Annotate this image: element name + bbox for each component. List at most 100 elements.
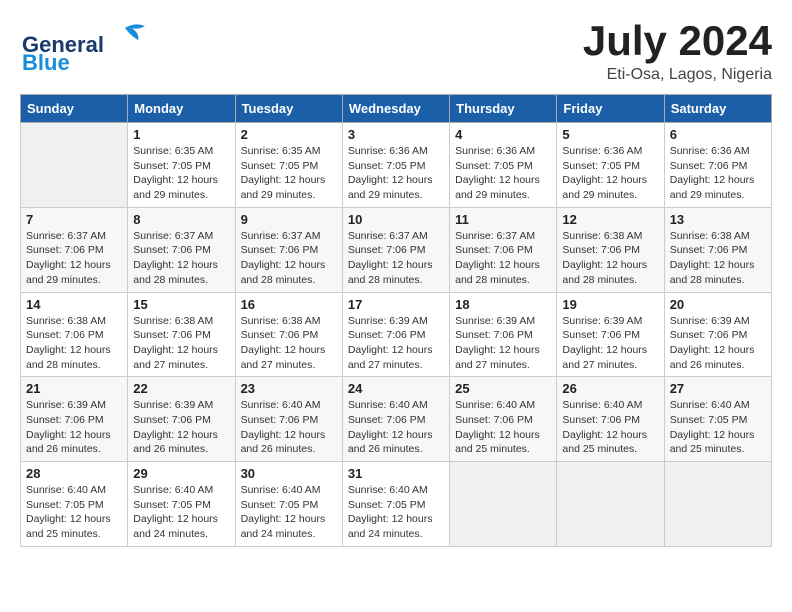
day-number: 31 <box>348 466 444 481</box>
day-detail: Sunrise: 6:39 AMSunset: 7:06 PMDaylight:… <box>133 399 218 455</box>
day-number: 7 <box>26 212 122 227</box>
calendar-body: 1 Sunrise: 6:35 AMSunset: 7:05 PMDayligh… <box>21 123 772 547</box>
day-detail: Sunrise: 6:39 AMSunset: 7:06 PMDaylight:… <box>562 315 647 371</box>
week-row-2: 7 Sunrise: 6:37 AMSunset: 7:06 PMDayligh… <box>21 207 772 292</box>
col-saturday: Saturday <box>664 95 771 123</box>
col-monday: Monday <box>128 95 235 123</box>
day-detail: Sunrise: 6:39 AMSunset: 7:06 PMDaylight:… <box>26 399 111 455</box>
day-detail: Sunrise: 6:40 AMSunset: 7:06 PMDaylight:… <box>241 399 326 455</box>
day-detail: Sunrise: 6:40 AMSunset: 7:05 PMDaylight:… <box>26 484 111 540</box>
day-detail: Sunrise: 6:36 AMSunset: 7:05 PMDaylight:… <box>348 145 433 201</box>
day-detail: Sunrise: 6:38 AMSunset: 7:06 PMDaylight:… <box>562 230 647 286</box>
day-number: 20 <box>670 297 766 312</box>
day-detail: Sunrise: 6:37 AMSunset: 7:06 PMDaylight:… <box>133 230 218 286</box>
day-number: 21 <box>26 381 122 396</box>
day-number: 1 <box>133 127 229 142</box>
calendar-cell <box>664 462 771 547</box>
calendar-cell: 3 Sunrise: 6:36 AMSunset: 7:05 PMDayligh… <box>342 123 449 208</box>
day-detail: Sunrise: 6:40 AMSunset: 7:06 PMDaylight:… <box>348 399 433 455</box>
col-thursday: Thursday <box>450 95 557 123</box>
day-number: 29 <box>133 466 229 481</box>
day-number: 3 <box>348 127 444 142</box>
day-number: 30 <box>241 466 337 481</box>
svg-text:Blue: Blue <box>22 50 70 70</box>
day-detail: Sunrise: 6:40 AMSunset: 7:05 PMDaylight:… <box>348 484 433 540</box>
calendar-cell: 30 Sunrise: 6:40 AMSunset: 7:05 PMDaylig… <box>235 462 342 547</box>
week-row-1: 1 Sunrise: 6:35 AMSunset: 7:05 PMDayligh… <box>21 123 772 208</box>
calendar-cell: 31 Sunrise: 6:40 AMSunset: 7:05 PMDaylig… <box>342 462 449 547</box>
day-number: 18 <box>455 297 551 312</box>
day-detail: Sunrise: 6:40 AMSunset: 7:05 PMDaylight:… <box>670 399 755 455</box>
day-number: 4 <box>455 127 551 142</box>
day-detail: Sunrise: 6:40 AMSunset: 7:06 PMDaylight:… <box>562 399 647 455</box>
day-number: 26 <box>562 381 658 396</box>
day-number: 22 <box>133 381 229 396</box>
day-number: 25 <box>455 381 551 396</box>
day-detail: Sunrise: 6:40 AMSunset: 7:05 PMDaylight:… <box>133 484 218 540</box>
calendar-cell: 1 Sunrise: 6:35 AMSunset: 7:05 PMDayligh… <box>128 123 235 208</box>
calendar-cell: 19 Sunrise: 6:39 AMSunset: 7:06 PMDaylig… <box>557 292 664 377</box>
calendar-cell: 17 Sunrise: 6:39 AMSunset: 7:06 PMDaylig… <box>342 292 449 377</box>
day-number: 2 <box>241 127 337 142</box>
logo: General Blue <box>20 20 150 75</box>
day-number: 17 <box>348 297 444 312</box>
day-detail: Sunrise: 6:39 AMSunset: 7:06 PMDaylight:… <box>348 315 433 371</box>
calendar-cell: 6 Sunrise: 6:36 AMSunset: 7:06 PMDayligh… <box>664 123 771 208</box>
week-row-4: 21 Sunrise: 6:39 AMSunset: 7:06 PMDaylig… <box>21 377 772 462</box>
calendar-cell: 23 Sunrise: 6:40 AMSunset: 7:06 PMDaylig… <box>235 377 342 462</box>
calendar-cell: 28 Sunrise: 6:40 AMSunset: 7:05 PMDaylig… <box>21 462 128 547</box>
calendar-cell: 8 Sunrise: 6:37 AMSunset: 7:06 PMDayligh… <box>128 207 235 292</box>
calendar-cell: 13 Sunrise: 6:38 AMSunset: 7:06 PMDaylig… <box>664 207 771 292</box>
day-number: 13 <box>670 212 766 227</box>
logo-svg: General Blue <box>20 20 150 70</box>
calendar-cell: 12 Sunrise: 6:38 AMSunset: 7:06 PMDaylig… <box>557 207 664 292</box>
day-detail: Sunrise: 6:39 AMSunset: 7:06 PMDaylight:… <box>670 315 755 371</box>
day-detail: Sunrise: 6:36 AMSunset: 7:05 PMDaylight:… <box>562 145 647 201</box>
day-detail: Sunrise: 6:37 AMSunset: 7:06 PMDaylight:… <box>241 230 326 286</box>
header-row: Sunday Monday Tuesday Wednesday Thursday… <box>21 95 772 123</box>
calendar-cell <box>21 123 128 208</box>
day-detail: Sunrise: 6:37 AMSunset: 7:06 PMDaylight:… <box>455 230 540 286</box>
calendar-cell: 24 Sunrise: 6:40 AMSunset: 7:06 PMDaylig… <box>342 377 449 462</box>
calendar-cell: 9 Sunrise: 6:37 AMSunset: 7:06 PMDayligh… <box>235 207 342 292</box>
calendar-cell: 22 Sunrise: 6:39 AMSunset: 7:06 PMDaylig… <box>128 377 235 462</box>
day-number: 6 <box>670 127 766 142</box>
col-friday: Friday <box>557 95 664 123</box>
day-detail: Sunrise: 6:39 AMSunset: 7:06 PMDaylight:… <box>455 315 540 371</box>
day-detail: Sunrise: 6:40 AMSunset: 7:06 PMDaylight:… <box>455 399 540 455</box>
day-number: 15 <box>133 297 229 312</box>
calendar-cell <box>450 462 557 547</box>
header: General Blue July 2024 Eti-Osa, Lagos, N… <box>20 20 772 84</box>
calendar-cell: 7 Sunrise: 6:37 AMSunset: 7:06 PMDayligh… <box>21 207 128 292</box>
col-wednesday: Wednesday <box>342 95 449 123</box>
day-number: 9 <box>241 212 337 227</box>
calendar-cell: 14 Sunrise: 6:38 AMSunset: 7:06 PMDaylig… <box>21 292 128 377</box>
day-number: 19 <box>562 297 658 312</box>
day-number: 28 <box>26 466 122 481</box>
day-detail: Sunrise: 6:38 AMSunset: 7:06 PMDaylight:… <box>241 315 326 371</box>
day-number: 27 <box>670 381 766 396</box>
calendar-cell: 2 Sunrise: 6:35 AMSunset: 7:05 PMDayligh… <box>235 123 342 208</box>
day-detail: Sunrise: 6:37 AMSunset: 7:06 PMDaylight:… <box>26 230 111 286</box>
calendar-cell: 15 Sunrise: 6:38 AMSunset: 7:06 PMDaylig… <box>128 292 235 377</box>
calendar-cell: 26 Sunrise: 6:40 AMSunset: 7:06 PMDaylig… <box>557 377 664 462</box>
calendar-table: Sunday Monday Tuesday Wednesday Thursday… <box>20 94 772 547</box>
logo-text: General Blue <box>20 20 150 75</box>
day-detail: Sunrise: 6:36 AMSunset: 7:05 PMDaylight:… <box>455 145 540 201</box>
calendar-cell: 20 Sunrise: 6:39 AMSunset: 7:06 PMDaylig… <box>664 292 771 377</box>
calendar-cell: 10 Sunrise: 6:37 AMSunset: 7:06 PMDaylig… <box>342 207 449 292</box>
calendar-cell: 18 Sunrise: 6:39 AMSunset: 7:06 PMDaylig… <box>450 292 557 377</box>
calendar-cell: 27 Sunrise: 6:40 AMSunset: 7:05 PMDaylig… <box>664 377 771 462</box>
day-detail: Sunrise: 6:38 AMSunset: 7:06 PMDaylight:… <box>670 230 755 286</box>
day-number: 23 <box>241 381 337 396</box>
day-detail: Sunrise: 6:35 AMSunset: 7:05 PMDaylight:… <box>241 145 326 201</box>
day-detail: Sunrise: 6:40 AMSunset: 7:05 PMDaylight:… <box>241 484 326 540</box>
day-number: 12 <box>562 212 658 227</box>
calendar-cell <box>557 462 664 547</box>
day-detail: Sunrise: 6:36 AMSunset: 7:06 PMDaylight:… <box>670 145 755 201</box>
day-number: 5 <box>562 127 658 142</box>
day-number: 24 <box>348 381 444 396</box>
day-number: 10 <box>348 212 444 227</box>
calendar-cell: 29 Sunrise: 6:40 AMSunset: 7:05 PMDaylig… <box>128 462 235 547</box>
calendar-cell: 4 Sunrise: 6:36 AMSunset: 7:05 PMDayligh… <box>450 123 557 208</box>
